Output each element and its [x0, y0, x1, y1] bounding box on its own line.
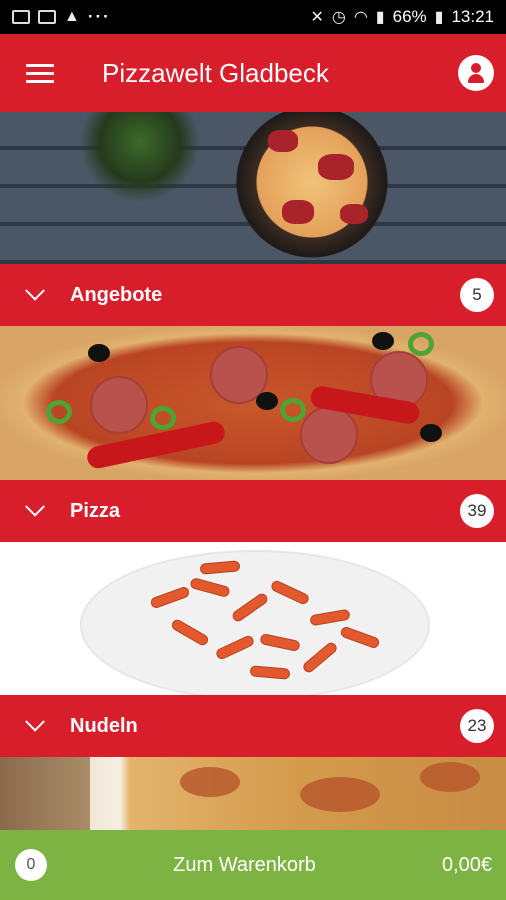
- gallery-icon: [38, 10, 56, 24]
- category-nudeln[interactable]: Nudeln 23: [0, 695, 506, 757]
- olive: [88, 344, 110, 362]
- app-bar: Pizzawelt Gladbeck: [0, 34, 506, 112]
- user-icon-body: [468, 74, 484, 83]
- user-icon: [471, 63, 481, 73]
- topping: [340, 204, 368, 224]
- more-notifications-icon: ···: [87, 7, 111, 26]
- gratin-category-image: [0, 757, 506, 830]
- baked-spot: [420, 762, 480, 792]
- cart-label: Zum Warenkorb: [173, 853, 316, 876]
- baked-spot: [180, 767, 240, 797]
- battery-icon: ▮: [434, 9, 444, 26]
- status-bar: ▲ ··· ✕ ◷ ◠ ▮ 66% ▮ 13:21: [0, 0, 506, 34]
- cloud-icon: ▲: [64, 8, 80, 25]
- account-button[interactable]: [458, 55, 494, 91]
- cart-button[interactable]: 0 Zum Warenkorb 0,00€: [0, 830, 506, 900]
- hamburger-line: [26, 71, 54, 75]
- hero-pizza-image: [0, 112, 506, 264]
- hamburger-icon: [26, 63, 54, 67]
- category-label: Angebote: [70, 283, 163, 306]
- green-pepper: [150, 406, 176, 430]
- green-pepper: [408, 332, 434, 356]
- chevron-down-icon: [0, 695, 70, 757]
- wifi-icon: ◠: [353, 9, 368, 26]
- image-icon: [12, 10, 30, 24]
- green-pepper: [280, 398, 306, 422]
- topping: [282, 200, 314, 224]
- category-count-badge: 5: [460, 278, 494, 312]
- menu-button[interactable]: [0, 34, 80, 112]
- hamburger-line: [26, 79, 54, 83]
- salami: [90, 376, 148, 434]
- olive: [420, 424, 442, 442]
- chevron-down-icon: [0, 480, 70, 542]
- olive: [372, 332, 394, 350]
- topping: [268, 130, 298, 152]
- pasta-category-image: [0, 542, 506, 695]
- cart-total: 0,00€: [441, 853, 492, 876]
- mute-icon: ✕: [310, 9, 324, 26]
- pizza-category-image: [0, 326, 506, 480]
- clock: 13:21: [451, 7, 494, 26]
- category-angebote[interactable]: Angebote 5: [0, 264, 506, 326]
- page-title: Pizzawelt Gladbeck: [102, 57, 329, 88]
- signal-icon: ▮: [375, 9, 385, 26]
- topping: [318, 154, 354, 180]
- chevron-down-icon: [0, 264, 70, 326]
- category-pizza[interactable]: Pizza 39: [0, 480, 506, 542]
- cart-count-badge: 0: [15, 849, 47, 881]
- olive: [256, 392, 278, 410]
- category-label: Pizza: [70, 499, 121, 522]
- category-count-badge: 23: [460, 709, 494, 743]
- category-count-badge: 39: [460, 494, 494, 528]
- salami: [300, 406, 358, 464]
- alarm-icon: ◷: [331, 9, 346, 26]
- green-pepper: [46, 400, 72, 424]
- baked-spot: [300, 777, 380, 812]
- battery-level: 66%: [392, 7, 427, 26]
- category-label: Nudeln: [70, 714, 138, 737]
